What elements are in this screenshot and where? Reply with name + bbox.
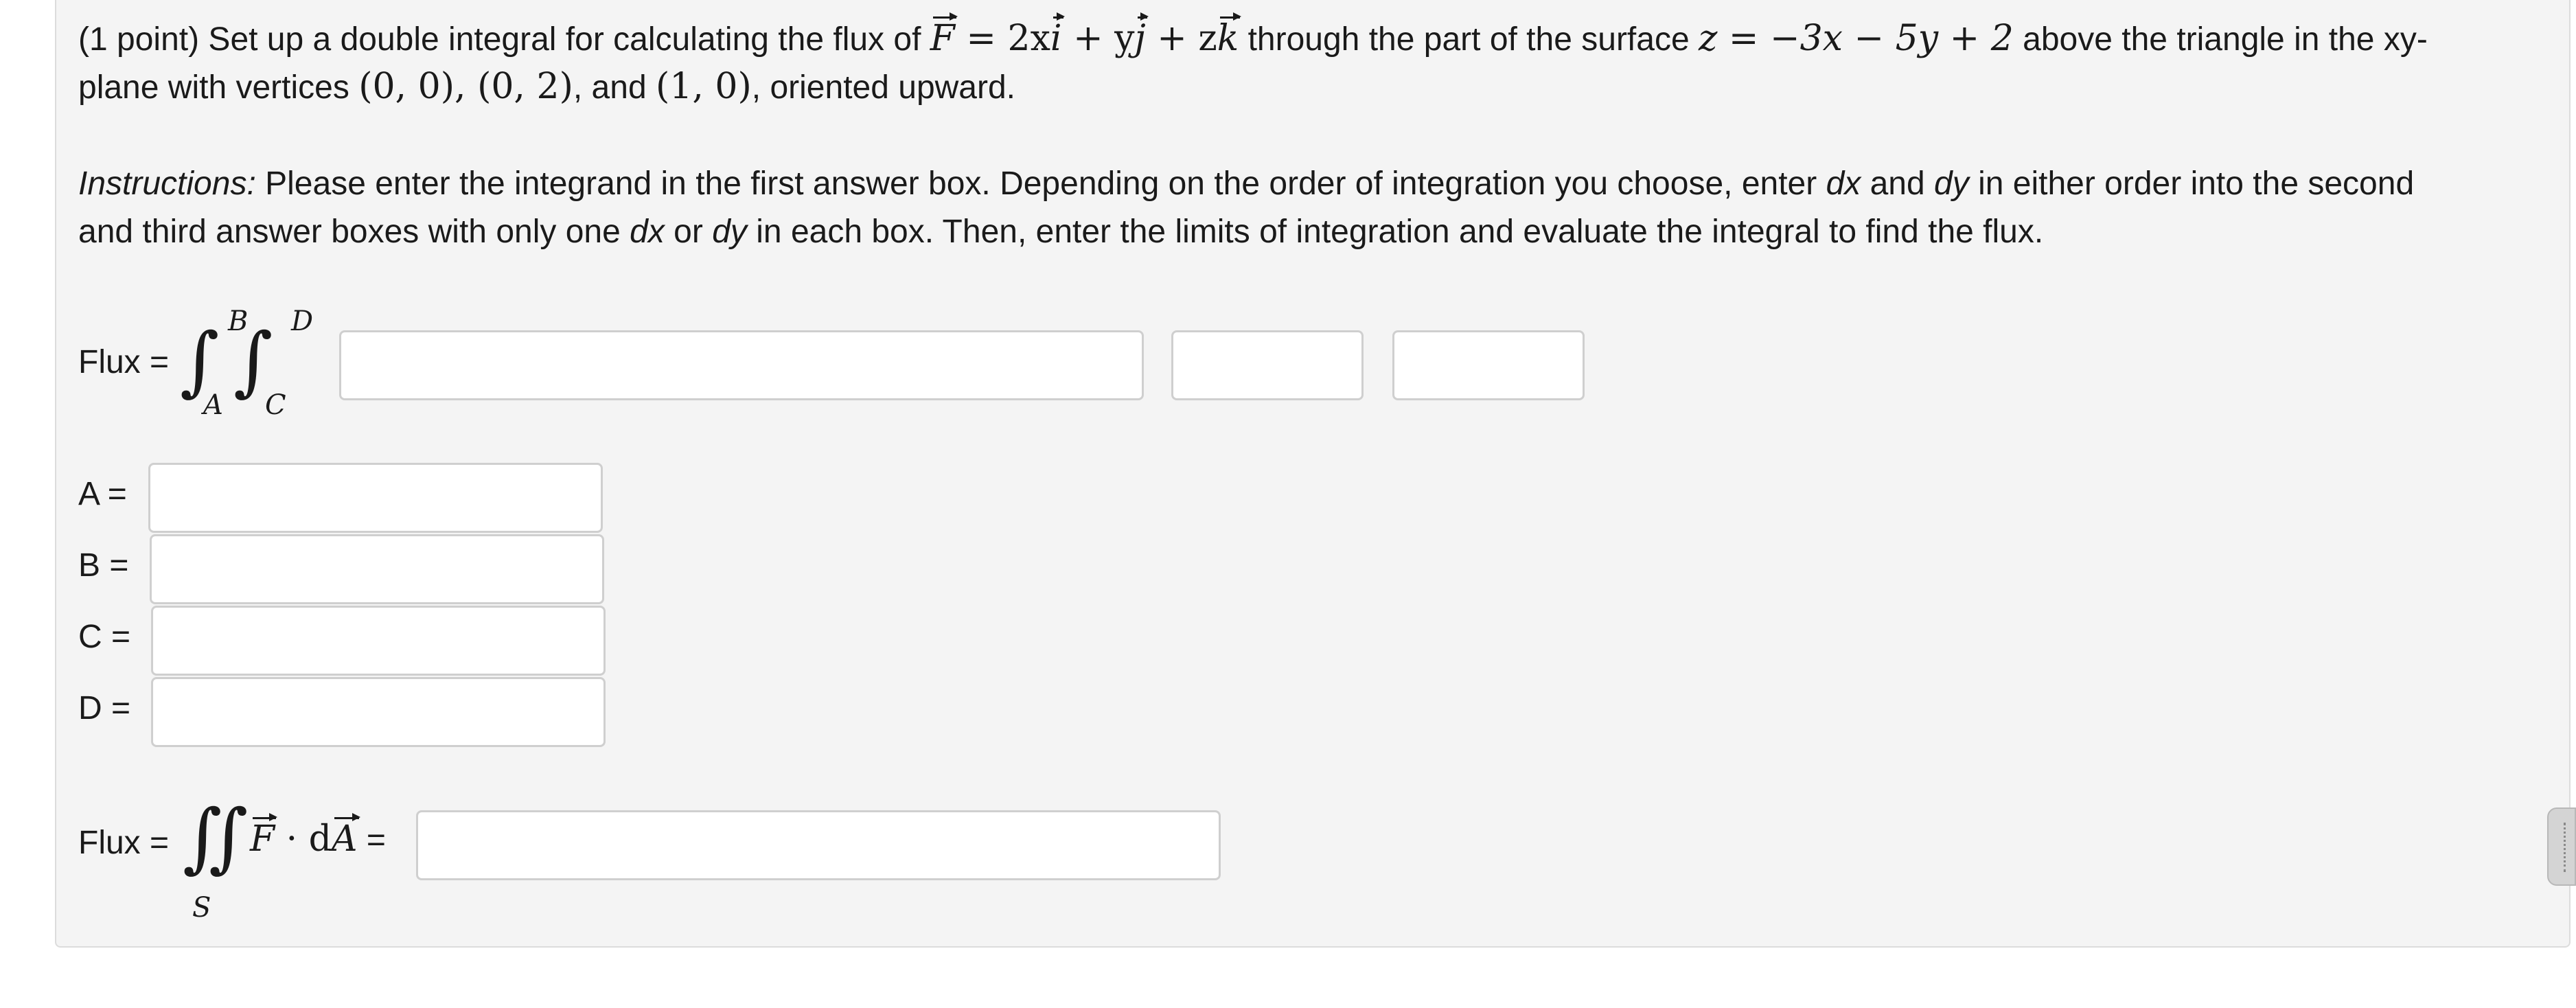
flux-result-input[interactable] xyxy=(416,810,1221,880)
vertex-2: (0, 2) xyxy=(477,66,573,107)
integrand-input[interactable] xyxy=(339,330,1144,400)
surface-subscript: S xyxy=(192,892,211,924)
limit-upper-inner: D xyxy=(291,306,314,337)
instructions-label: Instructions: xyxy=(78,165,256,202)
limit-a-label: A = xyxy=(78,476,127,512)
outer-integral-icon: ∫ xyxy=(180,317,220,404)
unit-k: k xyxy=(1217,12,1241,59)
limit-c-label: C = xyxy=(78,619,131,655)
integrand-A: A xyxy=(331,813,360,860)
field-plus-y: + y xyxy=(1061,18,1135,59)
flux-result-label: Flux = xyxy=(78,825,170,861)
vertex-1: (0, 0) xyxy=(358,66,455,107)
surface-integral-inner-icon: ∫ xyxy=(209,793,249,881)
instructions-or: or xyxy=(664,214,713,250)
vertex-3: (1, 0) xyxy=(655,66,752,107)
flux-result-integrand: F · dA = xyxy=(250,813,386,860)
limit-d-label: D = xyxy=(78,690,131,726)
unit-i: i xyxy=(1050,12,1065,59)
flux-label: Flux = xyxy=(78,344,170,380)
instructions-line2-b: in each box. Then, enter the limits of i… xyxy=(746,214,2044,250)
instructions-dy-2: dy xyxy=(712,214,747,250)
limit-b-input[interactable] xyxy=(150,534,604,604)
problem-line2-prefix: plane with vertices xyxy=(78,69,359,106)
instructions-dx: dx xyxy=(1826,165,1861,202)
limit-c-input[interactable] xyxy=(151,606,606,676)
vertex-and: , and xyxy=(573,69,656,106)
limit-d-input[interactable] xyxy=(151,677,606,747)
instructions-line-1: Instructions: Please enter the integrand… xyxy=(78,165,2414,203)
problem-line-1: (1 point) Set up a double integral for c… xyxy=(78,12,2428,59)
problem-text-mid: through the part of the surface xyxy=(1239,21,1699,58)
limit-b-label: B = xyxy=(78,547,129,584)
limit-upper-outer: B xyxy=(228,306,249,337)
vertex-comma: , xyxy=(455,66,478,107)
instructions-and: and xyxy=(1861,165,1935,202)
surface-equation: z = −3x − 5y + 2 xyxy=(1698,18,2014,59)
grip-dots xyxy=(2564,823,2571,872)
instructions-dy: dy xyxy=(1934,165,1969,202)
drag-handle-icon[interactable] xyxy=(2547,807,2576,886)
integrand-equals: = xyxy=(357,822,386,858)
problem-line2-suffix: , oriented upward. xyxy=(751,69,1016,106)
problem-text-suffix: above the triangle in the xy- xyxy=(2013,21,2428,58)
instructions-text-a: Please enter the integrand in the first … xyxy=(255,165,1826,202)
instructions-text-b: in either order into the second xyxy=(1968,165,2415,202)
differential-1-input[interactable] xyxy=(1171,330,1364,400)
limit-lower-inner: C xyxy=(265,389,286,421)
field-plus-z: + z xyxy=(1145,18,1217,59)
limit-lower-outer: A xyxy=(203,389,223,421)
integrand-F: F xyxy=(250,813,278,860)
instructions-line2-a: and third answer boxes with only one xyxy=(78,214,630,250)
problem-line-2: plane with vertices (0, 0), (0, 2), and … xyxy=(78,67,1015,107)
limit-a-input[interactable] xyxy=(148,463,603,533)
problem-text-prefix: (1 point) Set up a double integral for c… xyxy=(78,21,930,58)
field-eq: = 2x xyxy=(954,18,1050,59)
instructions-line-2: and third answer boxes with only one dx … xyxy=(78,213,2043,251)
integrand-dot: · d xyxy=(275,818,332,860)
differential-2-input[interactable] xyxy=(1392,330,1585,400)
unit-j: j xyxy=(1134,12,1149,59)
instructions-dx-2: dx xyxy=(630,214,665,250)
field-F: F xyxy=(930,12,958,59)
